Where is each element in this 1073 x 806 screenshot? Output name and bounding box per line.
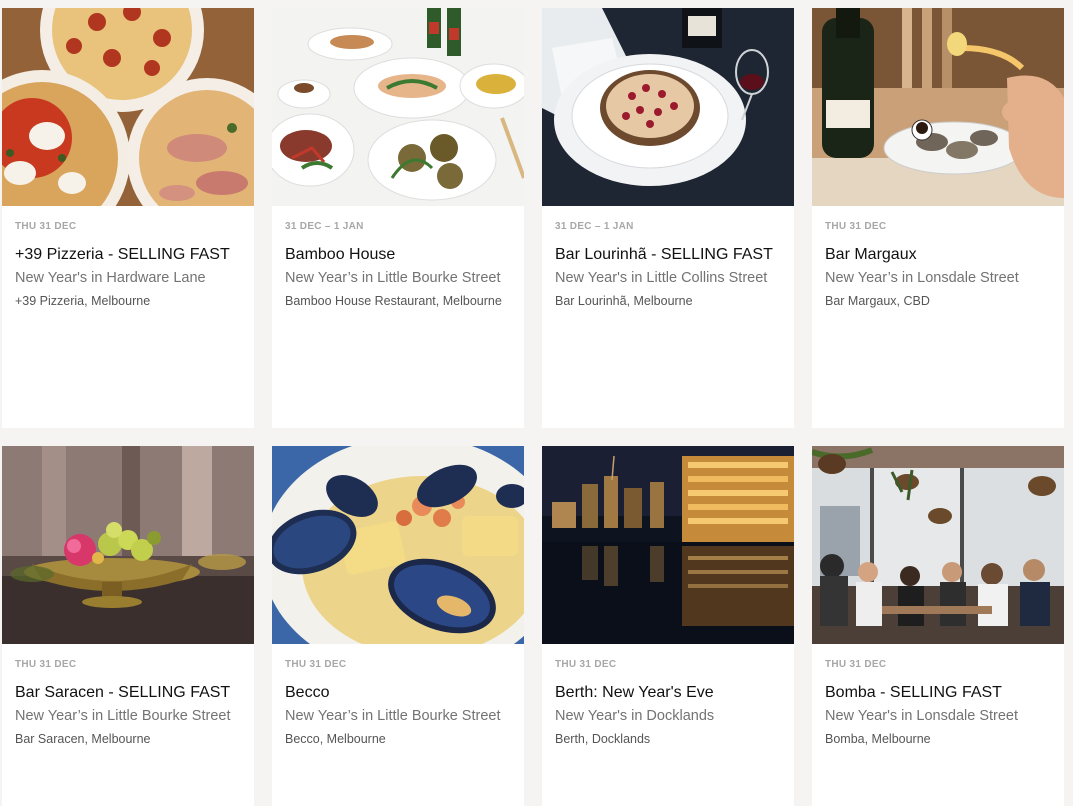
event-date: 31 DEC – 1 JAN <box>555 221 634 232</box>
event-image[interactable] <box>812 446 1064 644</box>
event-image[interactable] <box>2 446 254 644</box>
event-image[interactable] <box>812 8 1064 206</box>
event-date: THU 31 DEC <box>825 659 887 670</box>
event-image[interactable] <box>542 8 794 206</box>
event-date: THU 31 DEC <box>825 221 887 232</box>
event-card[interactable]: THU 31 DEC Bar Saracen - SELLING FAST Ne… <box>2 446 254 806</box>
event-subtitle: New Year’s in Little Bourke Street <box>285 270 501 286</box>
event-venue: Bar Lourinhã, Melbourne <box>555 294 693 308</box>
event-card[interactable]: THU 31 DEC Becco New Year’s in Little Bo… <box>272 446 524 806</box>
event-date: THU 31 DEC <box>555 659 617 670</box>
event-card[interactable]: THU 31 DEC Bomba - SELLING FAST New Year… <box>812 446 1064 806</box>
event-subtitle: New Year’s in Little Bourke Street <box>15 708 231 724</box>
event-date: THU 31 DEC <box>15 659 77 670</box>
event-image[interactable] <box>2 8 254 206</box>
event-title[interactable]: Bar Lourinhã - SELLING FAST <box>555 245 781 264</box>
event-subtitle: New Year's in Lonsdale Street <box>825 708 1019 724</box>
event-venue: Bar Margaux, CBD <box>825 294 930 308</box>
event-venue: Becco, Melbourne <box>285 732 386 746</box>
event-subtitle: New Year's in Little Collins Street <box>555 270 768 286</box>
event-venue: Bamboo House Restaurant, Melbourne <box>285 294 502 308</box>
event-title[interactable]: Berth: New Year's Eve <box>555 683 781 702</box>
event-date: 31 DEC – 1 JAN <box>285 221 364 232</box>
event-image[interactable] <box>272 446 524 644</box>
event-venue: +39 Pizzeria, Melbourne <box>15 294 151 308</box>
event-card[interactable]: 31 DEC – 1 JAN Bar Lourinhã - SELLING FA… <box>542 8 794 428</box>
event-title[interactable]: Bar Margaux <box>825 245 1051 264</box>
event-card[interactable]: THU 31 DEC Bar Margaux New Year’s in Lon… <box>812 8 1064 428</box>
event-grid: THU 31 DEC +39 Pizzeria - SELLING FAST N… <box>2 8 1064 806</box>
event-date: THU 31 DEC <box>285 659 347 670</box>
event-date: THU 31 DEC <box>15 221 77 232</box>
event-subtitle: New Year's in Docklands <box>555 708 715 724</box>
event-subtitle: New Year’s in Lonsdale Street <box>825 270 1019 286</box>
event-venue: Bomba, Melbourne <box>825 732 931 746</box>
event-venue: Berth, Docklands <box>555 732 651 746</box>
event-title[interactable]: Becco <box>285 683 511 702</box>
event-image[interactable] <box>542 446 794 644</box>
event-subtitle: New Year's in Hardware Lane <box>15 270 206 286</box>
event-card[interactable]: 31 DEC – 1 JAN Bamboo House New Year’s i… <box>272 8 524 428</box>
event-title[interactable]: Bomba - SELLING FAST <box>825 683 1051 702</box>
event-image[interactable] <box>272 8 524 206</box>
event-subtitle: New Year’s in Little Bourke Street <box>285 708 501 724</box>
event-title[interactable]: Bamboo House <box>285 245 511 264</box>
event-title[interactable]: Bar Saracen - SELLING FAST <box>15 683 241 702</box>
event-venue: Bar Saracen, Melbourne <box>15 732 151 746</box>
event-card[interactable]: THU 31 DEC Berth: New Year's Eve New Yea… <box>542 446 794 806</box>
event-title[interactable]: +39 Pizzeria - SELLING FAST <box>15 245 241 264</box>
event-card[interactable]: THU 31 DEC +39 Pizzeria - SELLING FAST N… <box>2 8 254 428</box>
